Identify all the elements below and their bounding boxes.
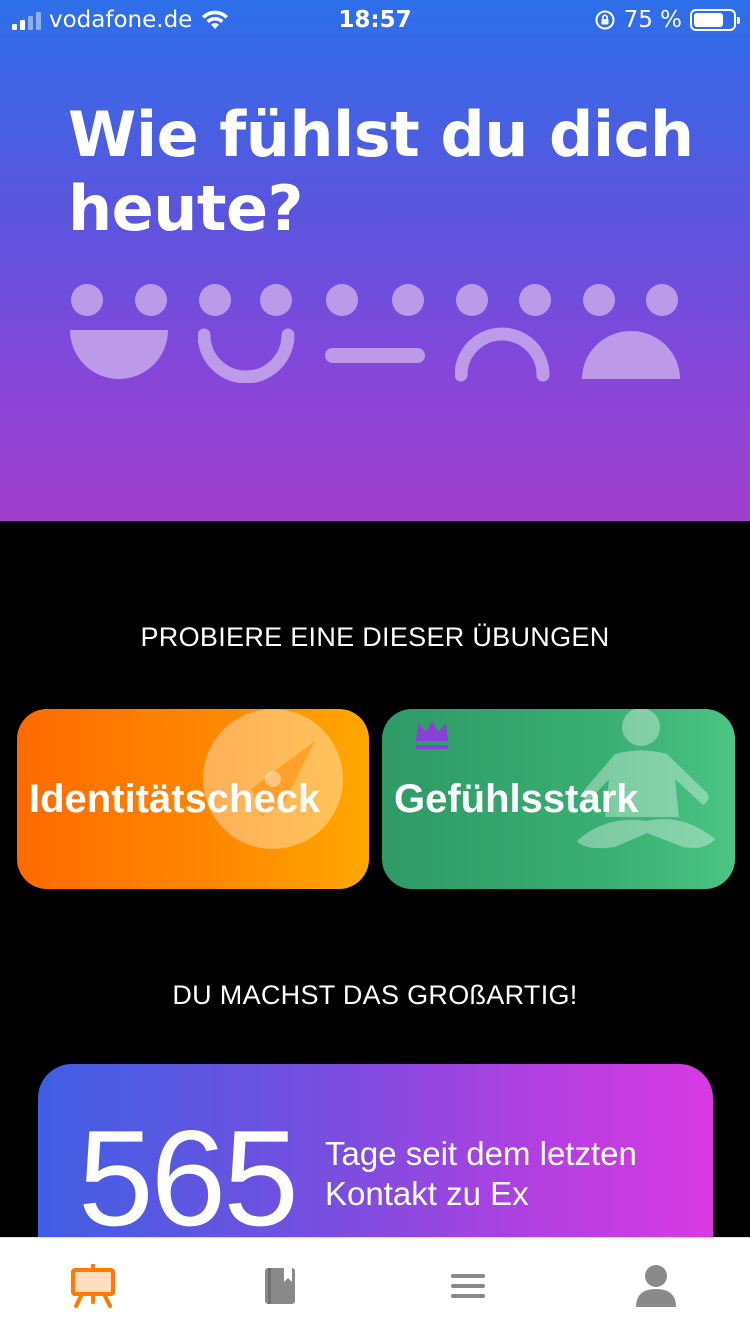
tab-menu[interactable] bbox=[438, 1260, 498, 1312]
exercise-card-label: Gefühlsstark bbox=[394, 777, 639, 821]
dashboard-icon bbox=[71, 1264, 115, 1308]
crown-icon bbox=[416, 721, 448, 749]
very-sad-face-icon[interactable] bbox=[582, 283, 682, 383]
battery-icon bbox=[690, 9, 740, 31]
page-title: Wie fühlst du dich heute? bbox=[68, 98, 708, 246]
menu-icon bbox=[451, 1274, 485, 1298]
happy-face-icon[interactable] bbox=[198, 283, 298, 383]
exercises-heading: PROBIERE EINE DIESER ÜBUNGEN bbox=[140, 622, 610, 652]
neutral-face-icon[interactable] bbox=[325, 283, 425, 383]
mood-selector bbox=[70, 283, 680, 383]
status-bar: vodafone.de 18:57 75 % bbox=[0, 0, 750, 40]
exercise-card-identitaetscheck[interactable]: Identitätscheck bbox=[17, 709, 369, 889]
tab-journal[interactable] bbox=[251, 1260, 311, 1312]
exercise-card-gefuehlsstark[interactable]: Gefühlsstark bbox=[382, 709, 735, 889]
mood-header: vodafone.de 18:57 75 % Wie fühlst du dic… bbox=[0, 0, 750, 521]
exercise-card-label: Identitätscheck bbox=[29, 777, 321, 821]
very-happy-face-icon[interactable] bbox=[70, 283, 170, 383]
page-title-line1: Wie fühlst du dich bbox=[68, 98, 694, 171]
sad-face-icon[interactable] bbox=[455, 283, 555, 383]
progress-heading: DU MACHST DAS GROßARTIG! bbox=[172, 980, 578, 1010]
days-counter: 565 bbox=[78, 1102, 299, 1254]
tab-profile[interactable] bbox=[626, 1260, 686, 1312]
page-title-line2: heute? bbox=[68, 172, 303, 245]
tab-bar bbox=[0, 1237, 750, 1334]
battery-percent: 75 % bbox=[623, 7, 682, 33]
journal-icon bbox=[265, 1268, 295, 1304]
orientation-lock-icon bbox=[595, 10, 615, 30]
profile-icon bbox=[636, 1265, 676, 1307]
days-counter-label: Tage seit dem letzten Kontakt zu Ex bbox=[325, 1135, 637, 1212]
tab-dashboard[interactable] bbox=[63, 1260, 123, 1312]
